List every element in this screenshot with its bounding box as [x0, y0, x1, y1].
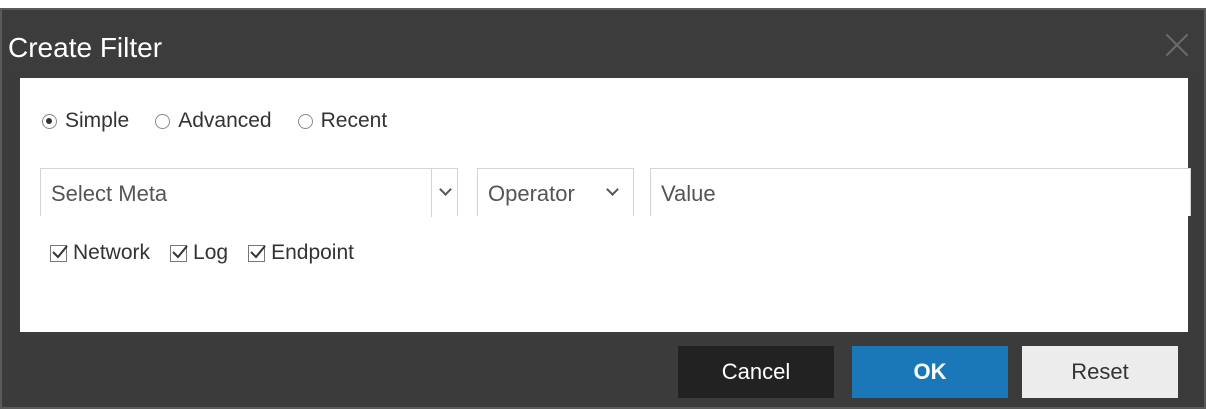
checkbox-log[interactable]: Log	[170, 241, 228, 265]
ok-button[interactable]: OK	[852, 346, 1008, 398]
dialog-content: Simple Advanced Recent Select Meta Opera…	[20, 78, 1191, 332]
create-filter-dialog: Create Filter Simple Advanced Recent Sel…	[0, 8, 1206, 409]
value-input[interactable]: Value	[650, 168, 1191, 216]
chevron-down-icon	[606, 183, 619, 196]
filter-mode-group: Simple Advanced Recent	[42, 106, 413, 136]
radio-advanced-label: Advanced	[178, 109, 272, 132]
reset-button[interactable]: Reset	[1022, 346, 1178, 398]
dialog-titlebar: Create Filter	[2, 10, 1204, 78]
checkbox-network[interactable]: Network	[50, 241, 150, 265]
chevron-down-icon	[439, 183, 452, 196]
checkbox-endpoint-label: Endpoint	[271, 241, 354, 264]
cancel-button[interactable]: Cancel	[678, 346, 834, 398]
radio-simple[interactable]: Simple	[42, 109, 129, 133]
radio-advanced[interactable]: Advanced	[155, 109, 272, 133]
checkbox-checked-icon[interactable]	[170, 244, 188, 262]
select-meta-dropdown[interactable]: Select Meta	[40, 168, 459, 217]
source-checkbox-group: Network Log Endpoint	[50, 238, 374, 268]
radio-recent[interactable]: Recent	[297, 109, 388, 133]
operator-label: Operator	[488, 181, 575, 206]
select-meta-placeholder: Select Meta	[51, 181, 168, 206]
checkbox-endpoint[interactable]: Endpoint	[248, 241, 354, 265]
operator-dropdown[interactable]: Operator	[477, 168, 634, 216]
radio-unselected-icon[interactable]	[155, 113, 171, 129]
dialog-title: Create Filter	[8, 32, 163, 63]
checkbox-checked-icon[interactable]	[248, 244, 266, 262]
value-placeholder: Value	[661, 181, 716, 206]
close-icon[interactable]	[1162, 30, 1192, 60]
radio-recent-label: Recent	[320, 109, 388, 132]
checkbox-log-label: Log	[193, 241, 229, 264]
radio-unselected-icon[interactable]	[297, 113, 313, 129]
radio-selected-icon[interactable]	[42, 113, 57, 129]
select-meta-toggle[interactable]	[431, 169, 459, 217]
checkbox-checked-icon[interactable]	[50, 244, 68, 262]
radio-simple-label: Simple	[65, 109, 130, 132]
checkbox-network-label: Network	[73, 241, 151, 264]
